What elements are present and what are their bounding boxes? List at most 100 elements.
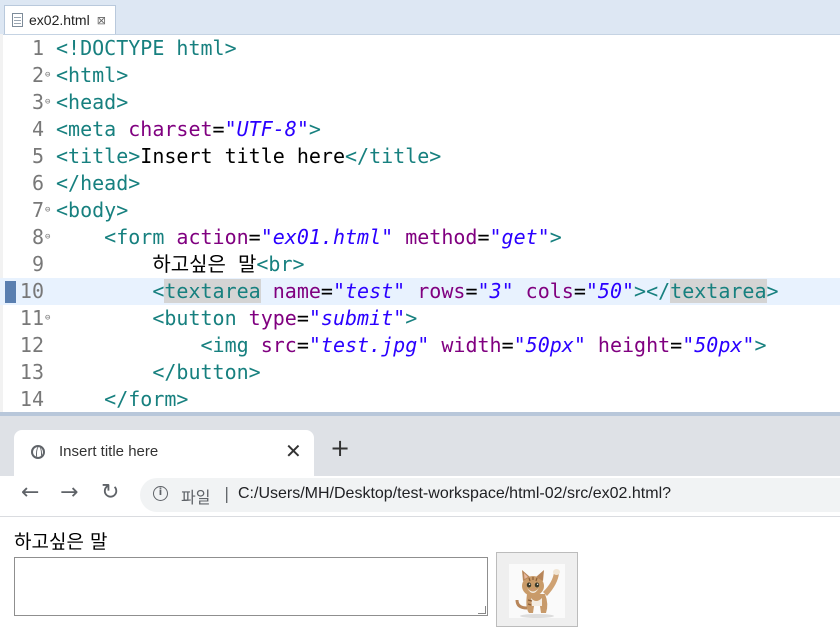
code-token: height (597, 333, 671, 357)
code-token: <button (152, 306, 249, 330)
browser-toolbar: ← → ↻ i 파일 | C:/Users/MH/Desktop/test-wo… (0, 476, 840, 517)
code-token: = (248, 225, 261, 249)
code-line[interactable]: 12 <img src="test.jpg" width="50px" heig… (0, 332, 840, 359)
new-tab-button[interactable]: + (330, 436, 350, 460)
code-text: </form> (56, 386, 188, 412)
line-number: 8 (31, 225, 44, 249)
line-number: 9 (31, 252, 44, 276)
code-token: = (320, 279, 333, 303)
code-text: <!DOCTYPE html> (56, 35, 237, 62)
line-number: 10 (19, 279, 44, 303)
code-token: <!DOCTYPE html> (56, 36, 237, 60)
code-text: <textarea name="test" rows="3" cols="50"… (56, 278, 779, 305)
code-text: <meta charset="UTF-8"> (56, 116, 321, 143)
code-token: <head> (56, 90, 129, 114)
code-token: "submit" (308, 306, 406, 330)
line-number: 7 (31, 198, 44, 222)
resize-handle-icon[interactable] (478, 606, 486, 614)
code-token: "50" (585, 279, 635, 303)
reload-button[interactable]: ↻ (101, 480, 119, 505)
code-token: > (549, 225, 562, 249)
line-number: 13 (19, 360, 44, 384)
code-token: = (573, 279, 586, 303)
kitten-image (509, 564, 565, 618)
code-line[interactable]: 10 <textarea name="test" rows="3" cols="… (0, 278, 840, 305)
code-line[interactable]: 14 </form> (0, 386, 840, 412)
editor-tab-ex02[interactable]: ex02.html ⊠ (4, 5, 116, 34)
url-text[interactable]: C:/Users/MH/Desktop/test-workspace/html-… (238, 485, 671, 503)
code-token: <title> (56, 144, 141, 168)
code-line[interactable]: 6 </head> (0, 170, 840, 197)
code-text: <head> (56, 89, 128, 116)
code-token: <br> (256, 252, 305, 276)
editor-tab-label: ex02.html (29, 12, 90, 28)
code-text: </button> (56, 359, 260, 386)
code-line[interactable]: 11 ⊖ <button type="submit"> (0, 305, 840, 332)
line-number: 5 (31, 144, 44, 168)
code-token: = (477, 225, 490, 249)
code-token: 하고싶은 말 (56, 252, 257, 276)
code-token: "ex01.html" (260, 225, 394, 249)
code-token: = (670, 333, 683, 357)
code-token: = (296, 333, 309, 357)
code-line[interactable]: 4 <meta charset="UTF-8"> (0, 116, 840, 143)
code-token: < (152, 279, 165, 303)
code-token: <form (104, 225, 177, 249)
code-token: = (501, 333, 514, 357)
code-line[interactable]: 8 ⊖ <form action="ex01.html" method="get"… (0, 224, 840, 251)
back-button[interactable]: ← (21, 480, 39, 505)
code-line[interactable]: 9 하고싶은 말<br> (0, 251, 840, 278)
browser-tab[interactable]: Insert title here ✕ (14, 430, 314, 476)
code-token: </title> (345, 144, 442, 168)
editor-tab-bar: ex02.html ⊠ (0, 0, 840, 35)
code-token: ></ (634, 279, 671, 303)
code-token: = (212, 117, 225, 141)
code-token: <body> (56, 198, 129, 222)
code-line[interactable]: 3 ⊖ <head> (0, 89, 840, 116)
code-token: > (766, 279, 779, 303)
fold-toggle-icon[interactable]: ⊖ (45, 224, 50, 250)
form-label: 하고싶은 말 (14, 531, 108, 553)
code-token: = (465, 279, 478, 303)
message-textarea[interactable] (14, 557, 488, 616)
address-bar[interactable]: i 파일 | C:/Users/MH/Desktop/test-workspac… (140, 478, 840, 512)
globe-icon (31, 445, 45, 459)
submit-image-button[interactable] (496, 552, 578, 627)
code-text: <html> (56, 62, 128, 89)
info-icon[interactable]: i (153, 486, 168, 501)
close-tab-icon[interactable]: ⊠ (97, 14, 106, 27)
code-token: "test" (332, 279, 406, 303)
file-scheme-label: 파일 (181, 488, 211, 507)
code-text: <title>Insert title here</title> (56, 143, 441, 170)
address-separator: | (224, 484, 230, 503)
code-line[interactable]: 2 ⊖ <html> (0, 62, 840, 89)
close-tab-button[interactable]: ✕ (285, 439, 302, 463)
code-line[interactable]: 5 <title>Insert title here</title> (0, 143, 840, 170)
fold-toggle-icon[interactable]: ⊖ (45, 305, 50, 331)
browser-tab-strip: Insert title here ✕ + (0, 416, 840, 476)
code-editor[interactable]: ex02.html ⊠ 1 <!DOCTYPE html> 2 ⊖ <html> 3 ⊖ <h… (0, 0, 840, 412)
browser-tab-title: Insert title here (59, 443, 159, 460)
page-content: 하고싶은 말 (0, 517, 840, 635)
code-line[interactable]: 7 ⊖ <body> (0, 197, 840, 224)
code-token: src (260, 333, 297, 357)
code-token: cols (525, 279, 574, 303)
fold-toggle-icon[interactable]: ⊖ (45, 197, 50, 223)
code-text: <button type="submit"> (56, 305, 417, 332)
code-text: </head> (56, 170, 140, 197)
fold-toggle-icon[interactable]: ⊖ (45, 89, 50, 115)
code-line[interactable]: 1 <!DOCTYPE html> (0, 35, 840, 62)
code-area[interactable]: 1 <!DOCTYPE html> 2 ⊖ <html> 3 ⊖ <head> 4 <meta c… (0, 35, 840, 412)
code-line[interactable]: 13 </button> (0, 359, 840, 386)
forward-button[interactable]: → (60, 480, 78, 505)
code-token: "test.jpg" (308, 333, 430, 357)
code-token: textarea (670, 279, 767, 303)
code-token: </form> (104, 387, 189, 411)
fold-toggle-icon[interactable]: ⊖ (45, 62, 50, 88)
